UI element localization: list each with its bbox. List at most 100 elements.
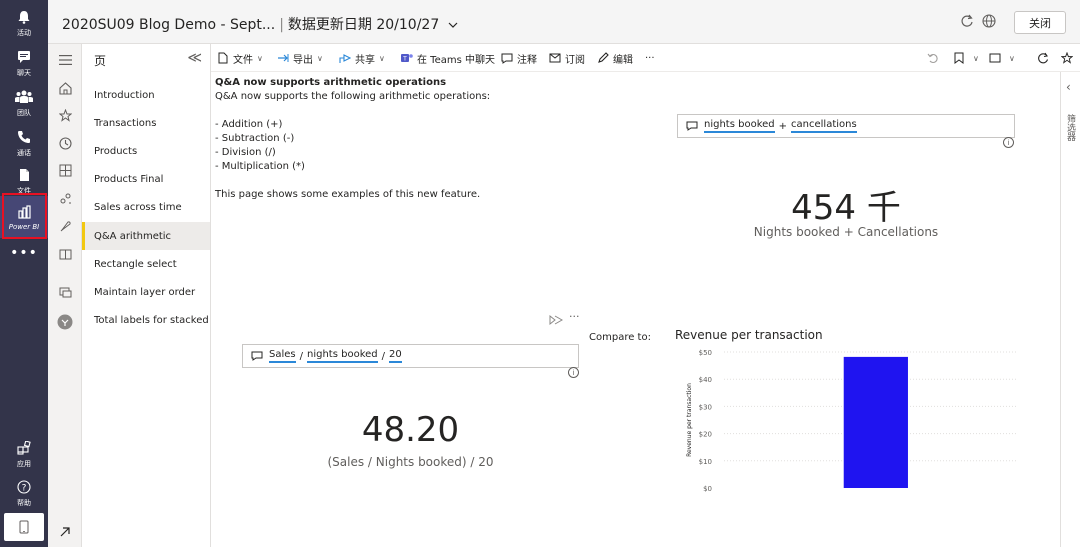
rail-item-apps[interactable]: 应用: [0, 433, 48, 475]
rail-label: 通话: [17, 149, 31, 157]
share-menu[interactable]: 共享 ∨: [339, 51, 385, 66]
y-axis-label: Revenue per transaction: [686, 383, 693, 457]
qa-question-input[interactable]: Sales / nights booked/20: [242, 344, 579, 368]
rail-item-chat[interactable]: 聊天: [0, 42, 48, 84]
report-canvas: Q&A now supports arithmetic operations Q…: [211, 72, 1060, 547]
qa-question-input[interactable]: nights booked + cancellations: [677, 114, 1015, 138]
comment-icon: [501, 52, 513, 64]
hamburger-icon[interactable]: [57, 52, 73, 68]
y-tick-label: $30: [699, 403, 712, 411]
y-tick-label: $10: [699, 458, 712, 466]
visual-focus-icon[interactable]: [549, 314, 564, 329]
textbox-footer: This page shows some examples of this ne…: [215, 189, 481, 200]
y-tick-label: $20: [699, 431, 712, 439]
qa-term: nights booked: [704, 119, 775, 133]
clock-icon[interactable]: [57, 135, 73, 151]
rail-label: 团队: [17, 109, 31, 117]
y-tick-label: $50: [699, 349, 712, 357]
close-button[interactable]: 关闭: [1014, 11, 1066, 34]
apps-grid-icon[interactable]: [57, 162, 73, 178]
page-item[interactable]: Transactions: [82, 109, 210, 137]
page-item[interactable]: Total labels for stacked ...: [82, 306, 210, 334]
star-icon[interactable]: [57, 107, 73, 123]
collapse-pane-icon[interactable]: ≪: [187, 50, 202, 66]
favorite-star-icon[interactable]: [1061, 51, 1073, 65]
qa-term: cancellations: [791, 119, 857, 133]
refresh-icon[interactable]: [960, 14, 976, 30]
teams-chat-button[interactable]: T 在 Teams 中聊天: [401, 51, 495, 66]
kpi-value: 454 千: [791, 188, 901, 228]
subscribe-button[interactable]: 订阅: [549, 51, 585, 66]
chart-title: Revenue per transaction: [675, 328, 823, 342]
page-item[interactable]: Maintain layer order: [82, 278, 210, 306]
teams-chat-label: 在 Teams 中聊天: [417, 54, 495, 66]
expand-arrow-icon[interactable]: [57, 524, 73, 540]
file-icon: [14, 166, 34, 184]
filter-pane[interactable]: ‹ 筛选器: [1060, 72, 1080, 547]
bar[interactable]: [843, 356, 908, 488]
comment-label: 注释: [517, 54, 537, 66]
page-item[interactable]: Products: [82, 137, 210, 165]
description-textbox: Q&A now supports arithmetic operations Q…: [215, 76, 615, 202]
y-tick-label: $40: [699, 376, 712, 384]
powerbi-highlight-frame: [2, 193, 47, 239]
refresh-visuals-icon[interactable]: [1037, 51, 1049, 65]
kpi-value: 48.20: [361, 410, 460, 450]
visual-more-options[interactable]: ···: [569, 310, 580, 323]
title-bar: 2020SU09 Blog Demo - Sept... | 数据更新日期 20/1…: [48, 0, 1080, 44]
file-icon: [217, 52, 229, 64]
info-icon[interactable]: i: [1003, 137, 1014, 148]
page-item[interactable]: Introduction: [82, 81, 210, 109]
qa-operator: +: [778, 120, 788, 132]
y-tick-label: $0: [703, 485, 712, 493]
data-updated-text: 数据更新日期 20/10/27: [287, 17, 440, 33]
report-title[interactable]: 2020SU09 Blog Demo - Sept... | 数据更新日期 20/1…: [62, 14, 458, 34]
pages-header: 页: [94, 54, 107, 68]
avatar-icon[interactable]: [57, 314, 73, 330]
file-label: 文件: [233, 54, 253, 66]
book-icon[interactable]: [57, 246, 73, 262]
export-menu[interactable]: 导出 ∨: [277, 51, 323, 66]
teams-logo-icon: T: [401, 52, 413, 64]
rocket-icon[interactable]: [57, 218, 73, 234]
rail-label: 应用: [17, 460, 31, 468]
rail-label: 活动: [17, 29, 31, 37]
page-item[interactable]: Rectangle select: [82, 250, 210, 278]
rail-item-calls[interactable]: 通话: [0, 122, 48, 164]
chevron-down-icon[interactable]: [448, 21, 458, 32]
page-item[interactable]: Products Final: [82, 165, 210, 193]
more-apps-icon[interactable]: •••: [0, 246, 48, 265]
rail-item-teams[interactable]: 团队: [0, 82, 48, 124]
chevron-down-icon: ∨: [317, 53, 323, 63]
shared-icon[interactable]: [57, 190, 73, 206]
file-menu[interactable]: 文件 ∨: [217, 51, 263, 66]
textbox-intro: Q&A now supports the following arithmeti…: [215, 91, 491, 102]
filters-label: 筛选器: [1065, 114, 1075, 141]
qa-operator: /: [299, 350, 303, 362]
rail-item-help[interactable]: ? 帮助: [0, 472, 48, 514]
subscribe-label: 订阅: [565, 54, 585, 66]
chevron-left-icon[interactable]: ‹: [1066, 80, 1071, 94]
report-name: 2020SU09 Blog Demo - Sept...: [62, 17, 276, 33]
workspace-icon[interactable]: [57, 284, 73, 300]
edit-button[interactable]: 编辑: [597, 51, 633, 66]
comment-button[interactable]: 注释: [501, 51, 537, 66]
globe-icon[interactable]: [982, 14, 998, 30]
info-icon[interactable]: i: [568, 367, 579, 378]
more-options-button[interactable]: ···: [645, 51, 655, 65]
page-item-selected[interactable]: Q&A arithmetic: [82, 222, 210, 250]
qa-term: 20: [389, 349, 402, 363]
bookmark-menu[interactable]: ∨: [953, 51, 979, 65]
undo-icon[interactable]: [927, 51, 939, 65]
phone-icon: [14, 128, 34, 146]
teams-app-rail: 活动 聊天 团队 通话 文件 Power BI ••• 应用 ? 帮助: [0, 0, 48, 547]
qa-bubble-icon: [686, 121, 698, 131]
home-icon[interactable]: [57, 80, 73, 96]
view-menu[interactable]: ∨: [989, 51, 1015, 65]
rail-item-activity[interactable]: 活动: [0, 2, 48, 44]
qa-term: Sales: [269, 349, 296, 363]
pencil-icon: [597, 52, 609, 64]
page-item[interactable]: Sales across time: [82, 193, 210, 221]
qa-term: nights booked: [307, 349, 378, 363]
device-icon[interactable]: [4, 513, 44, 541]
